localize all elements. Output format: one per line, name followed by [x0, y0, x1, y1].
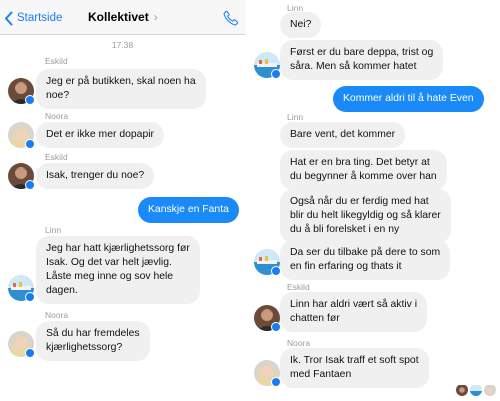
- messenger-badge-icon: [271, 322, 281, 332]
- message-line: Isak, trenger du noe?: [46, 170, 145, 181]
- message-bubble[interactable]: Ik. Tror Isak traff et soft spot med Fan…: [280, 348, 429, 388]
- message-line: Først er du bare deppa, trist og: [290, 47, 434, 58]
- message-line: noe?: [46, 90, 70, 101]
- sender-name: Linn: [45, 225, 62, 235]
- sender-name: Noora: [287, 338, 311, 348]
- message-line: kjærlighetssorg?: [46, 342, 123, 353]
- message-line: chatten før: [290, 313, 340, 324]
- seen-avatar-eskild: [456, 384, 468, 396]
- nav-bar: Startside Kollektivet ›: [0, 0, 245, 35]
- message-line: Kanskje en Fanta: [148, 204, 229, 215]
- chat-screen-right: Linn Nei? Først er du bare deppa, trist …: [252, 0, 500, 401]
- call-button[interactable]: [222, 9, 240, 27]
- message-line: Hat er en bra ting. Det betyr at: [290, 157, 430, 168]
- outgoing-message-bubble[interactable]: Kanskje en Fanta: [138, 197, 239, 223]
- outgoing-message-bubble[interactable]: Kommer aldri til å hate Even: [333, 86, 484, 112]
- message-line: Bare vent, det kommer: [290, 129, 396, 140]
- message-line: Så du har fremdeles: [46, 328, 140, 339]
- message-bubble[interactable]: Linn har aldri vært så aktiv i chatten f…: [280, 292, 428, 332]
- sender-name: Eskild: [45, 152, 68, 162]
- messenger-badge-icon: [25, 95, 35, 105]
- message-bubble[interactable]: Hat er en bra ting. Det betyr at du begy…: [280, 150, 447, 190]
- message-bubble[interactable]: Da ser du tilbake på dere to som en fin …: [280, 240, 451, 280]
- sender-name: Linn: [287, 112, 304, 122]
- message-bubble[interactable]: Nei?: [280, 12, 322, 38]
- seen-avatar-noora: [484, 384, 496, 396]
- message-line: du å bli forelsket i en ny: [290, 224, 400, 235]
- messenger-badge-icon: [25, 348, 35, 358]
- messenger-badge-icon: [271, 69, 281, 79]
- message-line: Jeg har hatt kjærlighetssorg før: [46, 243, 190, 254]
- messenger-badge-icon: [25, 292, 35, 302]
- seen-avatar-linn: [470, 384, 482, 396]
- message-bubble[interactable]: Det er ikke mer dopapir: [36, 122, 164, 148]
- messenger-badge-icon: [271, 266, 281, 276]
- messenger-badge-icon: [271, 377, 281, 387]
- message-line: dagen.: [46, 285, 78, 296]
- message-line: Kommer aldri til å hate Even: [343, 93, 474, 104]
- message-line: Låste meg inne og sov hele: [46, 271, 174, 282]
- message-bubble[interactable]: Isak, trenger du noe?: [36, 163, 155, 189]
- message-line: du begynner å komme over han: [290, 171, 437, 182]
- message-line: blir du helt likegyldig og så klarer: [290, 210, 441, 221]
- sender-name: Noora: [45, 111, 69, 121]
- message-line: med Fantaen: [290, 369, 352, 380]
- message-line: Isak. Og det var helt jævlig.: [46, 257, 172, 268]
- back-button[interactable]: Startside: [4, 9, 62, 27]
- conversation-title-button[interactable]: Kollektivet ›: [88, 10, 158, 24]
- message-line: såra. Men så kommer hatet: [290, 61, 417, 72]
- message-line: Da ser du tilbake på dere to som: [290, 247, 441, 258]
- message-line: Også når du er ferdig med hat: [290, 196, 429, 207]
- message-line: en fin erfaring og thats it: [290, 261, 402, 272]
- messenger-badge-icon: [25, 180, 35, 190]
- messenger-badge-icon: [25, 139, 35, 149]
- message-bubble[interactable]: Bare vent, det kommer: [280, 122, 406, 148]
- message-line: Ik. Tror Isak traff et soft spot: [290, 355, 419, 366]
- sender-name: Eskild: [45, 56, 68, 66]
- message-bubble[interactable]: Først er du bare deppa, trist og såra. M…: [280, 40, 444, 80]
- phone-icon: [223, 10, 239, 26]
- message-timestamp: 17.38: [111, 40, 134, 50]
- message-line: Det er ikke mer dopapir: [46, 129, 154, 140]
- back-label: Startside: [17, 12, 63, 24]
- sender-name: Eskild: [287, 282, 310, 292]
- chat-screen-left: Startside Kollektivet › 17.38 Eskild Jeg…: [0, 0, 245, 401]
- page-title: Kollektivet: [88, 10, 149, 24]
- message-bubble[interactable]: Jeg er på butikken, skal noen ha noe?: [36, 69, 206, 109]
- message-line: Linn har aldri vært så aktiv i: [290, 299, 418, 310]
- sender-name: Noora: [45, 310, 69, 320]
- message-bubble[interactable]: Jeg har hatt kjærlighetssorg før Isak. O…: [36, 236, 200, 304]
- chevron-right-icon: ›: [153, 10, 158, 24]
- message-line: Nei?: [290, 19, 312, 30]
- message-bubble[interactable]: Så du har fremdeles kjærlighetssorg?: [36, 321, 150, 361]
- message-line: Jeg er på butikken, skal noen ha: [46, 76, 196, 87]
- message-bubble[interactable]: Også når du er ferdig med hat blir du he…: [280, 189, 451, 243]
- chevron-left-icon: [5, 11, 13, 25]
